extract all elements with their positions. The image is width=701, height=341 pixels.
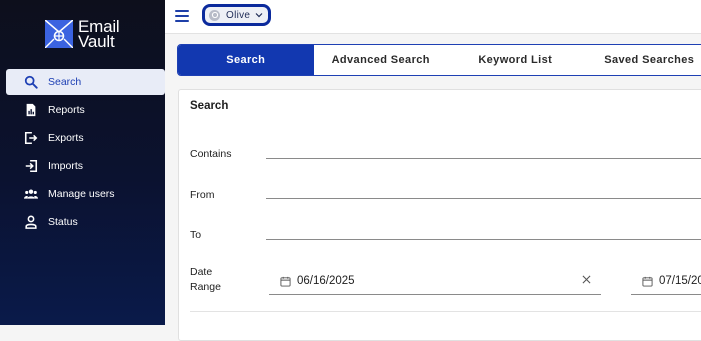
- sidebar-item-label: Status: [48, 216, 78, 228]
- import-icon: [22, 157, 40, 175]
- users-icon: [22, 185, 40, 203]
- tab-saved-searches[interactable]: Saved Searches: [583, 45, 701, 75]
- start-date-value: 06/16/2025: [297, 275, 355, 287]
- date-label-line1: Date: [190, 265, 221, 280]
- panel-title: Search: [190, 100, 228, 112]
- date-label-line2: Range: [190, 280, 221, 295]
- top-bar: Olive: [165, 0, 701, 34]
- logo-word-vault: Vault: [78, 34, 120, 49]
- tab-search[interactable]: Search: [178, 45, 314, 75]
- account-name: Olive: [226, 10, 250, 21]
- calendar-icon: [642, 276, 653, 287]
- end-date-input[interactable]: 07/15/2025: [631, 268, 701, 295]
- start-date-input[interactable]: 06/16/2025: [269, 268, 601, 295]
- to-input[interactable]: [266, 239, 701, 240]
- contains-input[interactable]: [266, 158, 701, 159]
- sidebar-item-label: Manage users: [48, 188, 115, 200]
- sidebar: Email Vault Search Reports Exports: [0, 0, 165, 325]
- account-switcher[interactable]: Olive: [202, 4, 271, 26]
- export-icon: [22, 129, 40, 147]
- search-tabs: Search Advanced Search Keyword List Save…: [177, 44, 701, 76]
- sidebar-item-label: Exports: [48, 132, 84, 144]
- from-label: From: [190, 188, 215, 203]
- person-icon: [22, 213, 40, 231]
- end-date-value: 07/15/2025: [659, 275, 701, 287]
- sidebar-item-label: Imports: [48, 160, 83, 172]
- account-avatar-icon: [209, 10, 220, 21]
- sidebar-item-label: Search: [48, 76, 81, 88]
- vault-logo-icon: [45, 20, 73, 48]
- tab-keyword-list[interactable]: Keyword List: [448, 45, 583, 75]
- tab-advanced-search[interactable]: Advanced Search: [314, 45, 449, 75]
- search-icon: [22, 73, 40, 91]
- sidebar-item-search[interactable]: Search: [6, 69, 165, 95]
- sidebar-item-status[interactable]: Status: [6, 209, 165, 235]
- chevron-down-icon: [255, 11, 263, 19]
- from-input[interactable]: [266, 198, 701, 199]
- sidebar-item-imports[interactable]: Imports: [6, 153, 165, 179]
- report-icon: [22, 101, 40, 119]
- search-panel: Search Contains From To Date Range 06/16…: [178, 89, 701, 341]
- date-range-label: Date Range: [190, 265, 221, 295]
- sidebar-item-label: Reports: [48, 104, 85, 116]
- divider: [190, 311, 701, 312]
- sidebar-item-reports[interactable]: Reports: [6, 97, 165, 123]
- sidebar-item-exports[interactable]: Exports: [6, 125, 165, 151]
- hamburger-menu-icon[interactable]: [175, 10, 189, 22]
- sidebar-item-manage-users[interactable]: Manage users: [6, 181, 165, 207]
- clear-icon[interactable]: [582, 275, 591, 284]
- sidebar-nav: Search Reports Exports Imports Manage us…: [6, 69, 165, 237]
- calendar-icon: [280, 276, 291, 287]
- email-vault-logo[interactable]: Email Vault: [45, 17, 145, 53]
- to-label: To: [190, 228, 201, 243]
- contains-label: Contains: [190, 147, 231, 162]
